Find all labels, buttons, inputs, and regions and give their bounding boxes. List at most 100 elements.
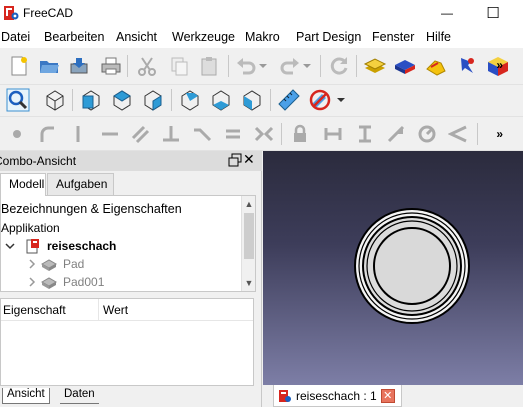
toolbar-separator xyxy=(228,55,229,77)
refresh-button[interactable] xyxy=(327,54,351,78)
minimize-button[interactable]: — xyxy=(424,0,470,26)
close-tab-icon[interactable]: ✕ xyxy=(380,389,395,403)
undo-dropdown[interactable] xyxy=(256,54,270,78)
cube-front-icon xyxy=(82,90,100,111)
measure-button[interactable] xyxy=(277,88,301,112)
menu-bar: Datei Bearbeiten Ansicht Werkzeuge Makro… xyxy=(0,26,523,48)
tree-scrollbar[interactable]: ▲ ▼ xyxy=(241,196,255,291)
horizontal-distance-button[interactable] xyxy=(321,122,345,146)
redo-dropdown[interactable] xyxy=(300,54,314,78)
cut-button[interactable] xyxy=(135,54,159,78)
view-rear-button[interactable] xyxy=(178,88,202,112)
view-isometric-button[interactable] xyxy=(43,88,67,112)
measure-dropdown[interactable] xyxy=(334,88,348,112)
scissors-icon xyxy=(138,57,156,76)
paste-button[interactable] xyxy=(197,54,221,78)
tab-daten[interactable]: Daten xyxy=(60,388,99,404)
tree-application-row[interactable]: Applikation xyxy=(1,219,60,237)
undo-button[interactable] xyxy=(234,54,258,78)
perpendicular-button[interactable] xyxy=(159,122,183,146)
print-button[interactable] xyxy=(99,54,123,78)
point-button[interactable] xyxy=(5,122,29,146)
tree-header: Bezeichnungen & Eigenschaften xyxy=(1,200,182,218)
symmetric-button[interactable] xyxy=(252,122,276,146)
value-column-header[interactable]: Wert xyxy=(103,303,128,317)
tangent-button[interactable] xyxy=(190,122,214,146)
scrollbar-thumb[interactable] xyxy=(244,213,254,259)
undo-icon xyxy=(237,58,256,75)
chevron-down-icon[interactable] xyxy=(3,239,17,253)
diagonal-arrow-icon xyxy=(387,125,405,143)
attach-button[interactable] xyxy=(424,54,448,78)
view-right-button[interactable] xyxy=(141,88,165,112)
view-tab-reiseschach[interactable]: reiseschach : 1 ✕ xyxy=(273,385,402,407)
3d-viewport[interactable] xyxy=(263,151,523,385)
freecad-logo-icon xyxy=(4,6,19,20)
lock-icon xyxy=(294,124,306,142)
radius-button[interactable] xyxy=(415,122,439,146)
minimize-icon: — xyxy=(441,6,453,20)
menu-werkzeuge[interactable]: Werkzeuge xyxy=(172,30,235,44)
clear-measure-button[interactable] xyxy=(308,88,332,112)
save-icon xyxy=(70,58,88,74)
lock-button[interactable] xyxy=(288,122,312,146)
view-left-button[interactable] xyxy=(240,88,264,112)
toolbar-overflow-button-2[interactable]: » xyxy=(496,127,503,141)
tree-document-row[interactable]: reiseschach xyxy=(1,237,116,255)
no-entry-icon xyxy=(309,89,331,111)
perpendicular-icon xyxy=(163,126,179,142)
parallel-button[interactable] xyxy=(128,122,152,146)
printer-icon xyxy=(101,57,121,75)
create-part-button[interactable] xyxy=(393,54,417,78)
arc-button[interactable] xyxy=(36,122,60,146)
copy-button[interactable] xyxy=(167,54,191,78)
close-icon[interactable]: ✕ xyxy=(243,152,257,166)
menu-hilfe[interactable]: Hilfe xyxy=(426,30,451,44)
maximize-button[interactable]: ☐ xyxy=(470,0,516,26)
equal-button[interactable] xyxy=(221,122,245,146)
property-column-header[interactable]: Eigenschaft xyxy=(3,303,66,317)
chevron-right-icon[interactable] xyxy=(25,275,39,289)
tree-item-pad001[interactable]: Pad001 xyxy=(25,273,104,291)
property-header: Eigenschaft Wert xyxy=(1,299,253,321)
redo-button[interactable] xyxy=(278,54,302,78)
horizontal-line-button[interactable] xyxy=(98,122,122,146)
folder-open-icon xyxy=(40,61,59,73)
vertical-distance-button[interactable] xyxy=(353,122,377,146)
view-top-button[interactable] xyxy=(110,88,134,112)
tree-item-pad[interactable]: Pad xyxy=(25,255,84,273)
save-button[interactable] xyxy=(67,54,91,78)
tab-aufgaben[interactable]: Aufgaben xyxy=(47,173,114,195)
view-tab-bar: reiseschach : 1 ✕ xyxy=(263,385,523,407)
toolbar-file: » xyxy=(0,49,523,85)
menu-fenster[interactable]: Fenster xyxy=(372,30,414,44)
menu-datei[interactable]: Datei xyxy=(1,30,30,44)
scroll-up-icon[interactable]: ▲ xyxy=(242,197,256,211)
toolbar-overflow-button[interactable]: » xyxy=(496,58,503,72)
sketch-button[interactable] xyxy=(455,54,479,78)
fit-all-button[interactable] xyxy=(6,88,30,112)
menu-ansicht[interactable]: Ansicht xyxy=(116,30,157,44)
vertical-line-button[interactable] xyxy=(66,122,90,146)
chevron-down-icon xyxy=(337,98,345,102)
menu-part-design[interactable]: Part Design xyxy=(296,30,361,44)
chevron-right-icon[interactable] xyxy=(25,257,39,271)
view-front-button[interactable] xyxy=(79,88,103,112)
view-tab-label: reiseschach : 1 xyxy=(296,389,377,403)
horizontal-distance-icon xyxy=(324,128,342,140)
angle-button[interactable] xyxy=(446,122,470,146)
create-body-button[interactable] xyxy=(363,54,387,78)
view-bottom-button[interactable] xyxy=(209,88,233,112)
column-divider[interactable] xyxy=(98,299,99,321)
tab-ansicht[interactable]: Ansicht xyxy=(2,388,50,404)
tab-modell[interactable]: Modell xyxy=(0,173,46,196)
distance-button[interactable] xyxy=(384,122,408,146)
chevron-down-icon xyxy=(259,64,267,68)
menu-bearbeiten[interactable]: Bearbeiten xyxy=(44,30,104,44)
menu-makro[interactable]: Makro xyxy=(245,30,280,44)
float-window-icon[interactable] xyxy=(228,153,242,167)
open-file-button[interactable] xyxy=(37,54,61,78)
scroll-down-icon[interactable]: ▼ xyxy=(242,276,256,290)
toolbar-separator xyxy=(320,55,321,77)
new-file-button[interactable] xyxy=(7,54,31,78)
